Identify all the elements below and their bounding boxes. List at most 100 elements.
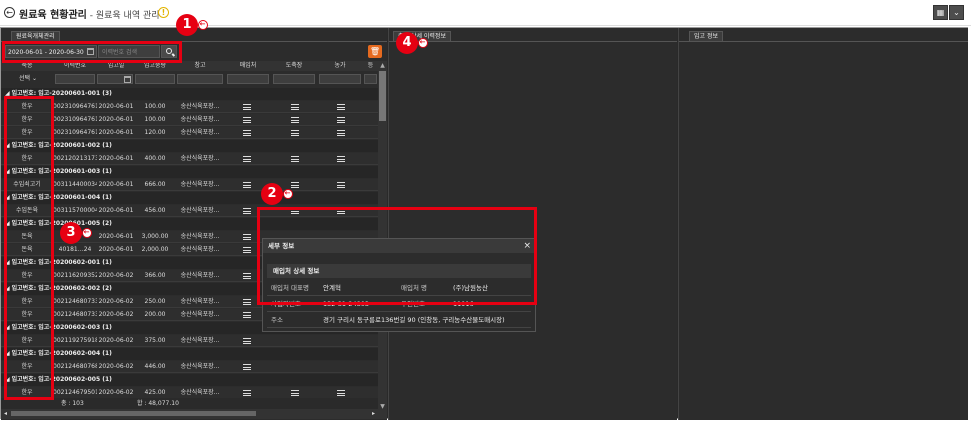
supplier-list-icon[interactable] xyxy=(243,299,251,305)
col-warehouse[interactable]: 창고 xyxy=(175,61,225,71)
table-row[interactable]: 한우 002310964761 2020-06-01 120.00 송산식육포장... xyxy=(1,127,378,139)
badge-number: 3 xyxy=(66,225,76,240)
badge-number: 2 xyxy=(267,186,277,201)
slaughterhouse-list-icon[interactable] xyxy=(291,390,299,396)
warehouse-filter-input[interactable] xyxy=(177,74,223,84)
farm-list-icon[interactable] xyxy=(337,390,345,396)
scroll-up-icon[interactable]: ▲ xyxy=(378,61,387,70)
supplier-list-icon[interactable] xyxy=(243,234,251,240)
cell-warehouse: 송산식육포장... xyxy=(180,207,220,214)
slaughterhouse-list-icon[interactable] xyxy=(291,117,299,123)
table-row[interactable]: 한우 002124680768 2020-06-02 446.00 송산식육포장... xyxy=(1,361,378,373)
supplier-list-icon[interactable] xyxy=(243,312,251,318)
group-row[interactable]: ◢ 입고번호: 입고-20200602-005 (1) xyxy=(1,374,378,386)
tab-raw-meat-management[interactable]: 원료육개체관리 xyxy=(11,31,60,41)
filter-select-label: 선택 xyxy=(19,75,31,82)
table-row[interactable]: 한우 002120213173 2020-06-01 400.00 송산식육포장... xyxy=(1,153,378,165)
horizontal-scroll-thumb[interactable] xyxy=(11,411,256,416)
cell-date: 2020-06-02 xyxy=(98,363,134,370)
group-row[interactable]: ◢ 입고번호: 입고-20200602-004 (1) xyxy=(1,348,378,360)
cell-date: 2020-06-01 xyxy=(98,207,134,214)
farm-list-icon[interactable] xyxy=(337,130,345,136)
cell-weight: 666.00 xyxy=(144,181,166,188)
table-row[interactable]: 한우 002310964761 2020-06-01 100.00 송산식육포장... xyxy=(1,101,378,113)
species-filter-select[interactable]: 선택 ⌄ xyxy=(5,74,49,84)
supplier-list-icon[interactable] xyxy=(243,273,251,279)
back-icon[interactable]: ← xyxy=(4,7,15,18)
slaughterhouse-list-icon[interactable] xyxy=(291,104,299,110)
group-row[interactable]: ◢ 입고번호: 입고-20200601-002 (1) xyxy=(1,140,378,152)
slaughterhouse-list-icon[interactable] xyxy=(291,130,299,136)
farm-list-icon[interactable] xyxy=(337,117,345,123)
group-row[interactable]: ◢ 입고번호: 입고-20200601-001 (3) xyxy=(1,88,378,100)
annotation-badge-2: 2 xyxy=(261,183,293,205)
slaughterhouse-list-icon[interactable] xyxy=(291,156,299,162)
tab-receiving-info[interactable]: 입고 정보 xyxy=(689,31,723,41)
cell-trace: 40181…24 xyxy=(58,246,92,253)
calendar-icon[interactable] xyxy=(124,76,131,83)
group-row[interactable]: ◢ 입고번호: 입고-20200601-004 (1) xyxy=(1,192,378,204)
menu-dropdown-button[interactable]: ⌄ xyxy=(949,5,964,20)
col-grade[interactable]: 등 xyxy=(363,61,378,71)
delete-button[interactable]: 🗑 xyxy=(368,45,382,58)
cell-trace: 002119275918 xyxy=(53,337,97,344)
farm-filter-input[interactable] xyxy=(319,74,361,84)
cell-weight: 100.00 xyxy=(144,116,166,123)
trace-filter-input[interactable] xyxy=(55,74,95,84)
cell-trace: 002124680768 xyxy=(53,363,97,370)
supplier-list-icon[interactable] xyxy=(243,156,251,162)
group-row[interactable]: ◢ 입고번호: 입고-20200601-003 (1) xyxy=(1,166,378,178)
cell-date: 2020-06-01 xyxy=(98,129,134,136)
detail-row: 주소 경기 구리시 동구릉로136번길 90 (인창동, 구리농수산물도매시장) xyxy=(267,313,531,328)
cell-date: 2020-06-01 xyxy=(98,246,134,253)
supplier-list-icon[interactable] xyxy=(243,182,251,188)
cell-warehouse: 송산식육포장... xyxy=(180,337,220,344)
grid-footer: 총 : 103 합 : 48,077.10 xyxy=(1,398,378,409)
scroll-right-icon[interactable]: ▸ xyxy=(369,409,378,419)
supplier-list-icon[interactable] xyxy=(243,104,251,110)
horizontal-scrollbar[interactable]: ◂ ▸ xyxy=(1,409,387,419)
supplier-list-icon[interactable] xyxy=(243,130,251,136)
page-subtitle: - 원료육 내역 관리 xyxy=(86,11,160,21)
weight-filter-input[interactable] xyxy=(135,74,175,84)
cell-trace: 003114400034 xyxy=(53,181,97,188)
cell-weight: 2,000.00 xyxy=(141,246,169,253)
col-supplier[interactable]: 매입처 xyxy=(225,61,271,71)
farm-list-icon[interactable] xyxy=(337,182,345,188)
vertical-scroll-thumb[interactable] xyxy=(379,71,386,121)
supplier-list-icon[interactable] xyxy=(243,247,251,253)
col-farm[interactable]: 농가 xyxy=(317,61,363,71)
footer-total: 총 : 103 xyxy=(61,400,84,407)
grid-view-button[interactable]: ▦ xyxy=(933,5,948,20)
cell-date: 2020-06-02 xyxy=(98,311,134,318)
farm-list-icon[interactable] xyxy=(337,104,345,110)
scroll-left-icon[interactable]: ◂ xyxy=(1,409,10,419)
slaughterhouse-filter-input[interactable] xyxy=(273,74,315,84)
grade-filter-input[interactable] xyxy=(364,74,377,84)
farm-list-icon[interactable] xyxy=(337,156,345,162)
cell-weight: 456.00 xyxy=(144,207,166,214)
col-slaughterhouse[interactable]: 도축장 xyxy=(271,61,317,71)
cell-warehouse: 송산식육포장... xyxy=(180,116,220,123)
table-row[interactable]: 수입쇠고기 003114400034 2020-06-01 666.00 송산식육포장.… xyxy=(1,179,378,191)
supplier-list-icon[interactable] xyxy=(243,338,251,344)
annotation-box-3 xyxy=(4,96,54,400)
table-row[interactable]: 한우 002310964761 2020-06-01 100.00 송산식육포장... xyxy=(1,114,378,126)
supplier-filter-input[interactable] xyxy=(227,74,269,84)
cell-trace: 002310964761 xyxy=(53,129,97,136)
table-row[interactable]: 한우 002119275918 2020-06-02 375.00 송산식육포장... xyxy=(1,335,378,347)
page-title: 원료육 현황관리 - 원료육 내역 관리 xyxy=(19,6,160,21)
cell-warehouse: 송산식육포장... xyxy=(180,129,220,136)
warning-icon[interactable]: ! xyxy=(158,7,169,18)
supplier-list-icon[interactable] xyxy=(243,208,251,214)
pointer-arrow-icon xyxy=(418,38,428,48)
cell-warehouse: 송산식육포장... xyxy=(180,272,220,279)
grid-filter-row: 선택 ⌄ xyxy=(1,72,378,86)
cell-warehouse: 송산식육포장... xyxy=(180,233,220,240)
page-title-main: 원료육 현황관리 xyxy=(19,10,87,21)
supplier-list-icon[interactable] xyxy=(243,364,251,370)
cell-weight: 366.00 xyxy=(144,272,166,279)
supplier-list-icon[interactable] xyxy=(243,117,251,123)
supplier-list-icon[interactable] xyxy=(243,390,251,396)
slaughterhouse-list-icon[interactable] xyxy=(291,182,299,188)
